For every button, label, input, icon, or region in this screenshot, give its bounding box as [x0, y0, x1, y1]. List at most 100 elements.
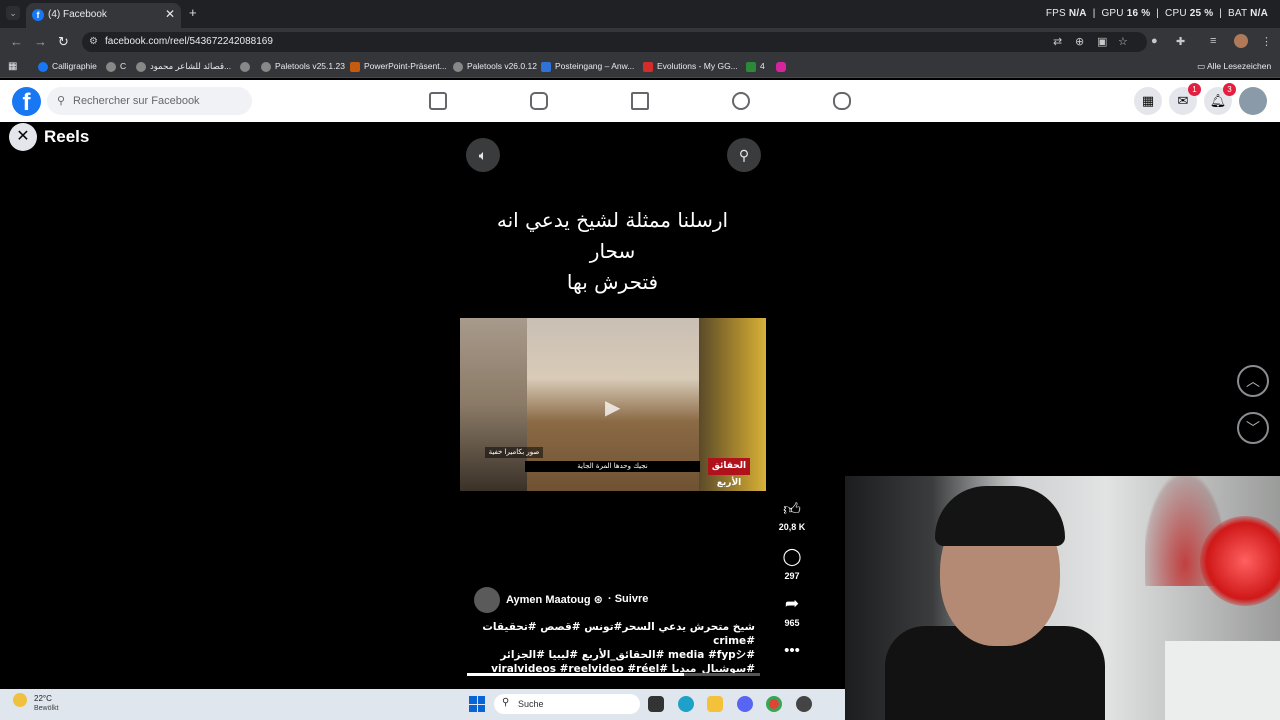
apps-grid-icon[interactable]: ▦ [8, 61, 17, 72]
messenger-badge: 1 [1188, 83, 1201, 96]
play-icon[interactable]: ▶ [605, 395, 620, 420]
share-icon[interactable]: ➦ [777, 594, 807, 614]
gaming-icon[interactable] [833, 92, 851, 110]
webcam-overlay [845, 476, 1280, 720]
all-bookmarks-label: Alle Lesezeichen [1206, 61, 1272, 71]
forward-icon[interactable]: → [34, 34, 47, 49]
caption-line: فتحرش بها [566, 270, 659, 294]
caption-line: ارسلنا ممثلة لشيخ يدعي انه [496, 208, 729, 232]
translate-icon[interactable]: ⇄ [1053, 35, 1062, 48]
cpu-value: 25 % [1189, 8, 1214, 19]
bookmark-label: Evolutions - My GG... [657, 61, 738, 71]
bookmark-label: Paletools v26.0.12 [467, 61, 537, 71]
caption-line: سحار [589, 239, 636, 263]
browser-tab[interactable]: f (4) Facebook ✕ [26, 3, 181, 28]
follow-button[interactable]: · Suivre [608, 593, 648, 605]
bookmark-item[interactable]: C [106, 61, 126, 72]
chrome-icon[interactable] [766, 696, 782, 712]
bookmark-label: PowerPoint-Präsent... [364, 61, 447, 71]
back-icon[interactable]: ← [10, 34, 23, 49]
search-placeholder: Rechercher sur Facebook [73, 95, 200, 107]
windows-start-icon[interactable] [469, 696, 485, 712]
file-explorer-icon[interactable] [707, 696, 723, 712]
description-line: شيخ متحرش يدعي السحر#تونس #قصص #تحقيقات … [482, 621, 755, 647]
weather-icon[interactable] [13, 693, 27, 707]
bat-value: N/A [1250, 8, 1268, 19]
bookmark-label: Calligraphie [52, 61, 97, 71]
comment-icon[interactable]: ◯ [777, 547, 807, 567]
app-icon[interactable] [796, 696, 812, 712]
taskbar-search-label: Suche [518, 699, 544, 709]
video-subtitle: نجيك وحدها المرة الجاية [525, 461, 700, 472]
extension-icon[interactable]: ● [1151, 35, 1158, 47]
extensions-puzzle-icon[interactable]: ✚ [1176, 35, 1185, 48]
install-icon[interactable]: ▣ [1097, 35, 1107, 48]
discord-icon[interactable] [737, 696, 753, 712]
reading-list-icon[interactable]: ≡ [1210, 35, 1216, 47]
cpu-label: CPU [1165, 8, 1187, 19]
author-name-text: Aymen Maatoug [506, 594, 591, 606]
video-progress-bar[interactable] [467, 673, 760, 676]
reload-icon[interactable]: ↻ [58, 34, 69, 50]
like-count: 20,8 K [778, 522, 806, 532]
groups-icon[interactable] [732, 92, 750, 110]
perf-overlay: FPS N/A | GPU 16 % | CPU 25 % | BAT N/A [1045, 8, 1268, 19]
all-bookmarks[interactable]: ▭ Alle Lesezeichen [1197, 61, 1271, 72]
channel-logo: الحقائق الأربع [708, 458, 750, 488]
instagram-bookmark-icon[interactable] [776, 61, 790, 72]
author-name[interactable]: Aymen Maatoug ⊛ [506, 593, 603, 606]
facebook-logo-icon[interactable]: f [12, 87, 41, 116]
bookmark-label: C [120, 61, 127, 71]
bat-label: BAT [1228, 8, 1248, 19]
bookmark-item[interactable]: Paletools v25.1.23 [261, 61, 345, 72]
url-text[interactable]: facebook.com/reel/543672242088169 [105, 36, 273, 47]
taskbar-search[interactable] [494, 694, 640, 714]
bookmark-item[interactable]: Paletools v26.0.12 [453, 61, 537, 72]
account-avatar[interactable] [1239, 87, 1267, 115]
volume-icon[interactable]: 🔈︎ [466, 138, 500, 172]
tab-title: (4) Facebook [48, 9, 107, 20]
home-icon[interactable] [429, 92, 447, 110]
gpu-value: 16 % [1126, 8, 1151, 19]
bookmark-item[interactable]: قصائد للشاعر محمود... [136, 61, 231, 72]
edge-icon[interactable] [678, 696, 694, 712]
bookmark-item[interactable]: Calligraphie [38, 61, 97, 72]
close-tab-icon[interactable]: ✕ [165, 7, 175, 21]
close-icon[interactable]: ✕ [9, 123, 37, 151]
bookmark-label: قصائد للشاعر محمود... [150, 61, 232, 71]
menu-grid-icon[interactable]: ▦ [1134, 87, 1162, 115]
fps-value: N/A [1068, 8, 1087, 19]
profile-avatar[interactable] [1234, 34, 1248, 48]
notifications-badge: 3 [1223, 83, 1236, 96]
previous-reel-icon[interactable]: ︿ [1237, 365, 1269, 397]
more-options-icon[interactable]: ••• [777, 642, 807, 659]
bookmark-item[interactable] [240, 61, 254, 72]
new-tab-button[interactable]: + [189, 5, 197, 20]
bookmark-item[interactable]: 4 [746, 61, 765, 72]
reel-description: شيخ متحرش يدعي السحر#تونس #قصص #تحقيقات … [470, 620, 755, 676]
tab-search-icon[interactable]: ⌄ [6, 6, 20, 20]
video-icon[interactable] [530, 92, 548, 110]
like-icon[interactable]: 👍︎ [777, 499, 807, 520]
reel-caption: ارسلنا ممثلة لشيخ يدعي انه سحار فتحرش به… [460, 205, 765, 298]
video-overlay-text: صور بكاميرا خفية [485, 447, 543, 458]
bookmark-label: Posteingang – Anw... [555, 61, 635, 71]
bookmark-item[interactable]: Posteingang – Anw... [541, 61, 634, 72]
search-icon: ⚲ [502, 697, 510, 708]
search-reels-icon[interactable]: ⚲ [727, 138, 761, 172]
next-reel-icon[interactable]: ﹀ [1237, 412, 1269, 444]
zoom-icon[interactable]: ⊕ [1075, 35, 1084, 48]
search-icon: ⚲ [57, 95, 66, 107]
fps-label: FPS [1045, 8, 1066, 19]
bookmark-star-icon[interactable]: ☆ [1118, 35, 1128, 48]
bookmark-label: Paletools v25.1.23 [275, 61, 345, 71]
menu-kebab-icon[interactable]: ⋮ [1261, 35, 1272, 48]
task-view-icon[interactable] [648, 696, 664, 712]
marketplace-icon[interactable] [631, 92, 649, 110]
author-avatar[interactable] [474, 587, 500, 613]
weather-desc: Bewölkt [34, 705, 59, 712]
bookmark-item[interactable]: Evolutions - My GG... [643, 61, 738, 72]
bookmark-item[interactable]: PowerPoint-Präsent... [350, 61, 447, 72]
site-info-icon[interactable]: ⚙ [89, 36, 98, 47]
bookmark-label: 4 [760, 61, 765, 71]
